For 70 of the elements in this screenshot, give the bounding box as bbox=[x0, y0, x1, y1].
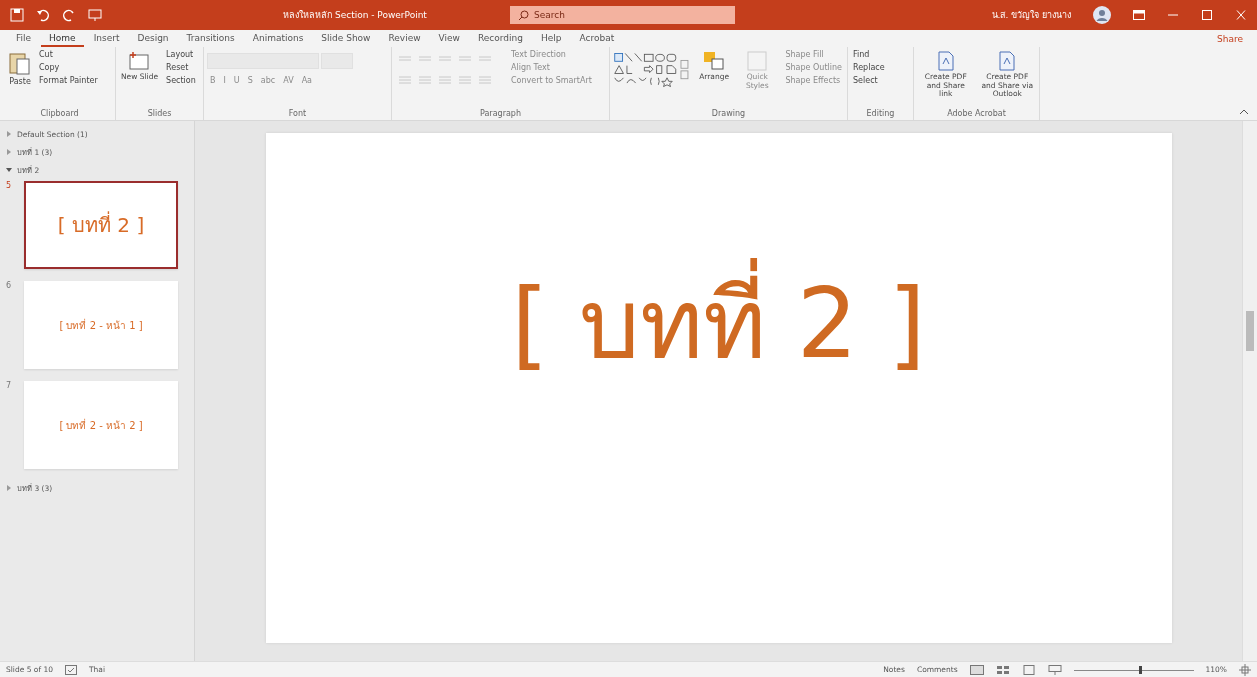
ribbon-tab[interactable]: Acrobat bbox=[571, 30, 623, 47]
normal-view-icon[interactable] bbox=[969, 664, 984, 675]
save-icon[interactable] bbox=[10, 8, 24, 22]
ribbon-command[interactable]: Copy bbox=[37, 62, 100, 73]
group-label: Editing bbox=[865, 109, 896, 120]
quick-styles-icon bbox=[747, 51, 768, 71]
clipboard-icon bbox=[9, 51, 31, 75]
ribbon-tab[interactable]: Help bbox=[532, 30, 570, 47]
ribbon-command[interactable]: Replace bbox=[851, 62, 887, 73]
avatar-icon[interactable] bbox=[1093, 6, 1111, 24]
ribbon-tab[interactable]: Slide Show bbox=[313, 30, 379, 47]
group-label: Paragraph bbox=[479, 109, 522, 120]
expand-arrow-icon bbox=[6, 485, 12, 491]
ribbon-tab[interactable]: Transitions bbox=[178, 30, 243, 47]
ribbon-display-icon[interactable] bbox=[1133, 10, 1145, 20]
search-field[interactable]: Search bbox=[510, 6, 735, 24]
collapse-arrow-icon bbox=[6, 167, 12, 173]
maximize-icon[interactable] bbox=[1201, 10, 1213, 20]
reading-view-icon[interactable] bbox=[1021, 664, 1036, 675]
slide-sorter-icon[interactable] bbox=[995, 664, 1010, 675]
ribbon-tab[interactable]: Animations bbox=[244, 30, 312, 47]
ribbon-command[interactable]: Section bbox=[164, 75, 198, 86]
ribbon-tab[interactable]: Recording bbox=[469, 30, 531, 47]
thumbnail-title: [ บทที่ 2 - หน้า 2 ] bbox=[59, 417, 143, 433]
slide-thumbnail[interactable]: [ บทที่ 2 - หน้า 1 ] bbox=[24, 281, 178, 369]
group-label: Adobe Acrobat bbox=[946, 109, 1007, 120]
thumbnail-title: [ บทที่ 2 - หน้า 1 ] bbox=[59, 317, 143, 333]
ribbon-command[interactable]: Reset bbox=[164, 62, 198, 73]
zoom-slider[interactable] bbox=[1073, 664, 1194, 675]
window-title: หลงใหลหลัก Section - PowerPoint bbox=[282, 9, 428, 22]
vertical-scrollbar[interactable] bbox=[1242, 121, 1257, 661]
group-label: Drawing bbox=[710, 109, 747, 120]
ribbon-command[interactable]: Layout bbox=[164, 49, 198, 60]
slide-title: [ บทที่ 2 ] bbox=[511, 247, 926, 399]
slide-number: 7 bbox=[6, 381, 13, 392]
ribbon-command[interactable]: Format Painter bbox=[37, 75, 100, 86]
paste-button[interactable]: Paste bbox=[7, 49, 33, 88]
ribbon-tab[interactable]: Review bbox=[380, 30, 429, 47]
thumbnail-title: [ บทที่ 2 ] bbox=[57, 210, 145, 239]
group-label: Slides bbox=[146, 109, 173, 120]
expand-arrow-icon bbox=[6, 149, 12, 155]
new-slide-icon bbox=[128, 51, 151, 71]
pdf-document-icon bbox=[998, 51, 1017, 71]
ribbon-tab[interactable]: File bbox=[8, 30, 40, 47]
search-icon bbox=[518, 10, 529, 21]
collapse-ribbon-icon[interactable] bbox=[1239, 108, 1249, 116]
group-label: Clipboard bbox=[39, 109, 80, 120]
user-name[interactable]: น.ส. ขวัญใจ ยางนาง bbox=[991, 8, 1071, 22]
slide-number: 5 bbox=[6, 181, 13, 192]
ribbon-tab[interactable]: Insert bbox=[85, 30, 128, 47]
close-icon[interactable] bbox=[1235, 10, 1247, 20]
slide-thumbnail[interactable]: [ บทที่ 2 - หน้า 2 ] bbox=[24, 381, 178, 469]
ribbon-tab[interactable]: Design bbox=[129, 30, 177, 47]
redo-icon[interactable] bbox=[62, 8, 76, 22]
ribbon-tab[interactable]: View bbox=[430, 30, 468, 47]
presentation-icon[interactable] bbox=[88, 8, 102, 22]
ribbon-command[interactable]: Find bbox=[851, 49, 887, 60]
slide-thumbnail[interactable]: [ บทที่ 2 ] bbox=[24, 181, 178, 269]
slideshow-icon[interactable] bbox=[1047, 664, 1062, 675]
undo-icon[interactable] bbox=[36, 8, 50, 22]
spell-check-icon[interactable] bbox=[65, 664, 77, 675]
ribbon-command[interactable]: Select bbox=[851, 75, 887, 86]
group-label: Font bbox=[287, 109, 308, 120]
slide-number: 6 bbox=[6, 281, 13, 292]
arrange-icon bbox=[703, 51, 726, 71]
share-button[interactable]: Share bbox=[1211, 32, 1249, 45]
expand-arrow-icon bbox=[6, 131, 12, 137]
ribbon-command[interactable]: Cut bbox=[37, 49, 100, 60]
fit-slide-icon[interactable] bbox=[1239, 663, 1251, 676]
pdf-document-icon bbox=[936, 51, 955, 71]
